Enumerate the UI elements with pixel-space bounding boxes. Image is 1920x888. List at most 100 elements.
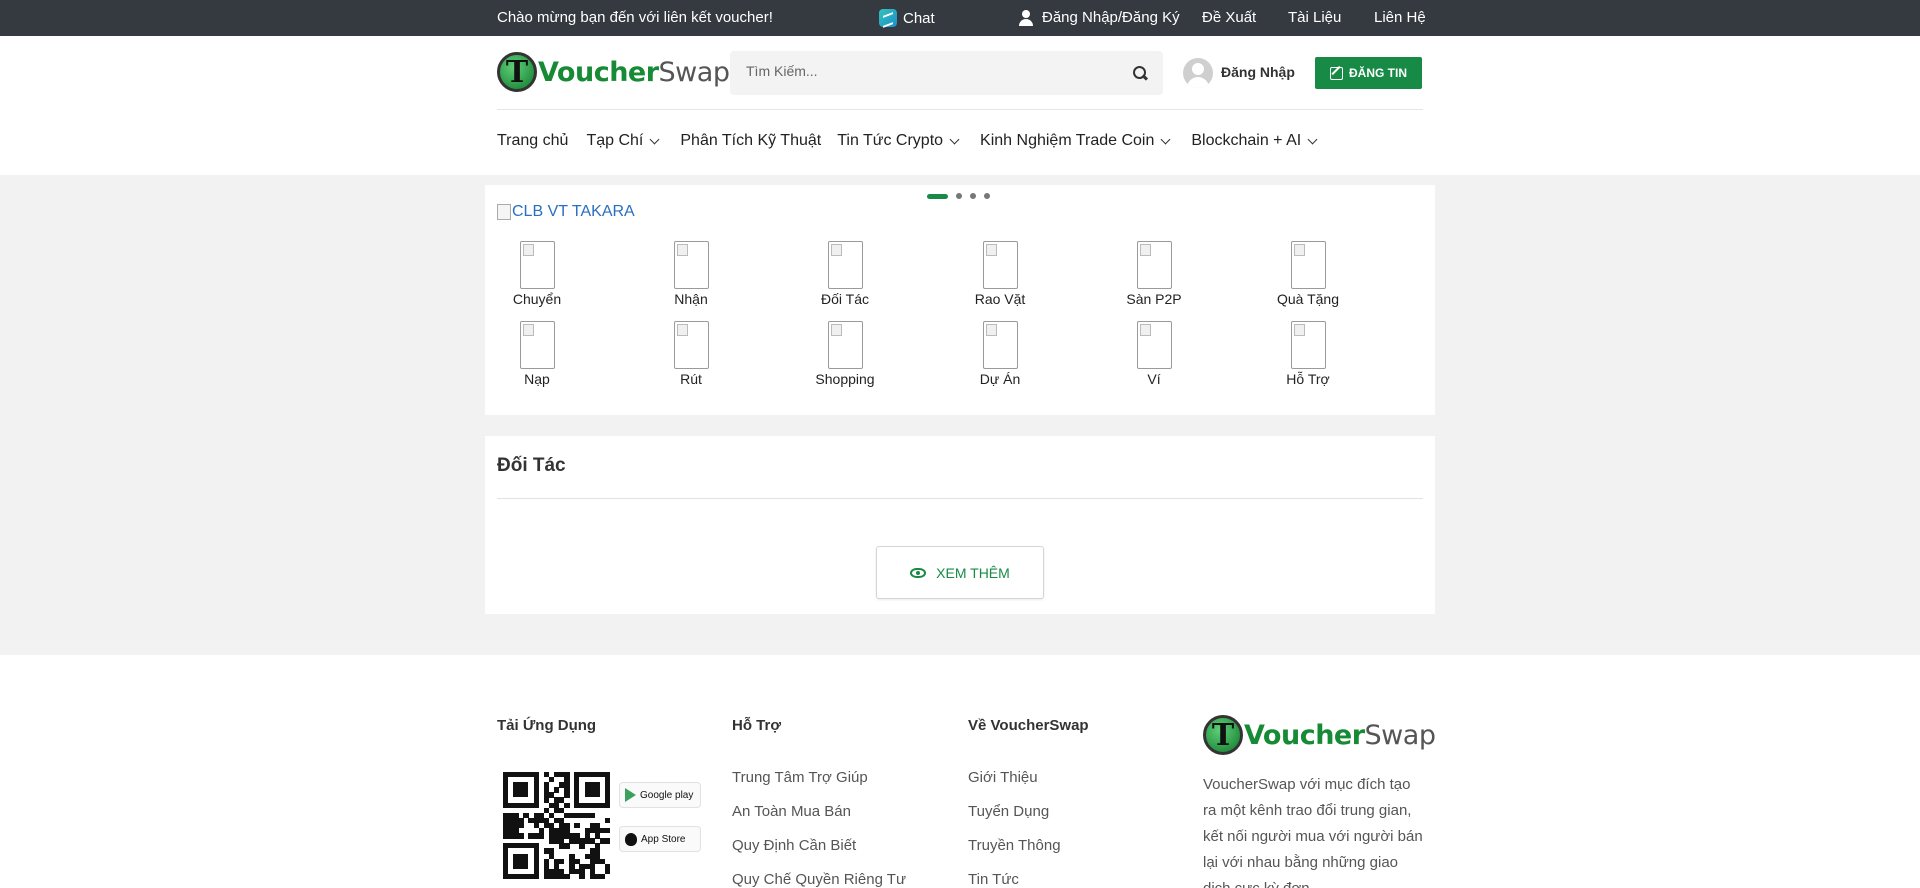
search-box <box>730 51 1163 95</box>
carousel-dot[interactable] <box>970 193 976 199</box>
service-icon <box>827 241 863 289</box>
apple-icon <box>625 832 637 846</box>
qr-module <box>604 828 610 834</box>
service-projects[interactable]: Dự Án <box>940 321 1060 387</box>
site-logo[interactable]: T VoucherSwap <box>497 52 730 92</box>
qr-module <box>538 833 545 839</box>
footer-link-regulations[interactable]: Quy Định Cần Biết <box>732 837 856 854</box>
footer-link-about[interactable]: Giới Thiệu <box>968 769 1038 786</box>
logo-t-icon: T <box>497 52 537 92</box>
chat-icon <box>879 9 897 27</box>
search-input[interactable] <box>746 63 1106 79</box>
footer-link-safe-trading[interactable]: An Toàn Mua Bán <box>732 803 851 820</box>
qr-module <box>589 812 595 819</box>
service-icon <box>1290 321 1326 369</box>
chat-link[interactable]: Chat <box>879 9 935 27</box>
google-play-badge[interactable]: Google play <box>619 782 701 808</box>
nav-item-blockchain-ai[interactable]: Blockchain + AI <box>1191 132 1318 150</box>
app-store-badge[interactable]: App Store <box>619 826 701 852</box>
partners-title: Đối Tác <box>497 455 566 476</box>
qr-finder <box>503 843 539 879</box>
avatar[interactable] <box>1183 58 1213 88</box>
contact-link[interactable]: Liên Hệ <box>1374 9 1426 26</box>
carousel-dots <box>927 193 990 199</box>
qr-module <box>564 873 570 879</box>
post-listing-label: ĐĂNG TIN <box>1349 66 1407 80</box>
service-gifts[interactable]: Quà Tặng <box>1248 241 1368 307</box>
service-partners[interactable]: Đối Tác <box>785 241 905 307</box>
user-icon <box>1018 9 1034 26</box>
nav-item-crypto-news[interactable]: Tin Tức Crypto <box>837 132 960 150</box>
service-wallet[interactable]: Ví <box>1094 321 1214 387</box>
service-icon <box>827 321 863 369</box>
service-deposit[interactable]: Nạp <box>477 321 597 387</box>
service-support[interactable]: Hỗ Trợ <box>1248 321 1368 387</box>
nav-item-magazine[interactable]: Tạp Chí <box>586 132 660 150</box>
see-more-button[interactable]: XEM THÊM <box>876 546 1044 599</box>
documents-link[interactable]: Tài Liệu <box>1288 9 1341 26</box>
service-icon <box>519 321 555 369</box>
footer-logo[interactable]: T VoucherSwap <box>1203 715 1436 755</box>
site-footer <box>0 655 1920 888</box>
welcome-text: Chào mừng bạn đến với liên kết voucher! <box>497 9 773 26</box>
header-login-link[interactable]: Đăng Nhập <box>1221 64 1295 80</box>
carousel-dot[interactable] <box>984 193 990 199</box>
service-icon <box>673 321 709 369</box>
service-shopping[interactable]: Shopping <box>785 321 905 387</box>
chevron-down-icon <box>1307 134 1318 144</box>
carousel-dot[interactable] <box>927 193 948 199</box>
top-bar: Chào mừng bạn đến với liên kết voucher! … <box>0 0 1920 36</box>
qr-module <box>579 843 585 849</box>
service-withdraw[interactable]: Rút <box>631 321 751 387</box>
footer-link-privacy[interactable]: Quy Chế Quyền Riêng Tư <box>732 871 906 888</box>
service-icon <box>519 241 555 289</box>
logo-wordmark: VoucherSwap <box>538 56 730 88</box>
google-play-icon <box>625 788 636 802</box>
service-p2p[interactable]: Sàn P2P <box>1094 241 1214 307</box>
footer-link-help-center[interactable]: Trung Tâm Trợ Giúp <box>732 769 868 786</box>
qr-module <box>574 822 580 829</box>
qr-module <box>564 843 570 849</box>
google-play-label: Google play <box>640 789 694 801</box>
logo-t-icon: T <box>1203 715 1243 755</box>
footer-description: VoucherSwap với mục đích tạo ra một kênh… <box>1203 776 1423 888</box>
qr-module <box>564 792 570 798</box>
app-store-label: App Store <box>641 833 686 845</box>
post-listing-button[interactable]: ĐĂNG TIN <box>1315 57 1422 89</box>
partners-divider <box>497 498 1423 499</box>
qr-module <box>564 802 570 808</box>
service-receive[interactable]: Nhận <box>631 241 751 307</box>
logo-wordmark: VoucherSwap <box>1244 719 1436 751</box>
carousel-dot[interactable] <box>956 193 962 199</box>
qr-finder <box>574 772 610 808</box>
qr-finder <box>503 772 539 808</box>
qr-module <box>599 873 606 879</box>
qr-module <box>518 833 524 839</box>
login-register-link[interactable]: Đăng Nhập/Đăng Ký <box>1018 9 1180 26</box>
service-icon <box>982 321 1018 369</box>
nav-item-technical-analysis[interactable]: Phân Tích Kỹ Thuật <box>680 132 821 150</box>
search-icon[interactable] <box>1133 66 1147 80</box>
broken-image-icon <box>497 204 511 220</box>
banner-alt-text: CLB VT TAKARA <box>512 203 635 220</box>
chat-label: Chat <box>903 9 935 27</box>
chevron-down-icon <box>949 134 960 144</box>
suggest-link[interactable]: Đề Xuất <box>1202 9 1256 26</box>
qr-module <box>604 817 610 824</box>
service-icon <box>982 241 1018 289</box>
service-transfer[interactable]: Chuyển <box>477 241 597 307</box>
footer-link-media[interactable]: Truyền Thông <box>968 837 1061 854</box>
login-register-label: Đăng Nhập/Đăng Ký <box>1042 9 1180 26</box>
footer-support-title: Hỗ Trợ <box>732 717 781 734</box>
service-classifieds[interactable]: Rao Vặt <box>940 241 1060 307</box>
nav-item-trade-experience[interactable]: Kinh Nghiệm Trade Coin <box>980 132 1171 150</box>
qr-module <box>553 787 560 793</box>
footer-link-news[interactable]: Tin Tức <box>968 871 1019 888</box>
footer-link-careers[interactable]: Tuyển Dụng <box>968 803 1049 820</box>
footer-about-title: Về VoucherSwap <box>968 717 1089 734</box>
qr-code <box>503 772 610 879</box>
nav-item-home[interactable]: Trang chủ <box>497 132 568 150</box>
main-nav: Trang chủ Tạp Chí Phân Tích Kỹ Thuật Tin… <box>497 132 1318 150</box>
banner-image[interactable]: CLB VT TAKARA <box>497 203 635 221</box>
header-divider <box>497 109 1423 110</box>
